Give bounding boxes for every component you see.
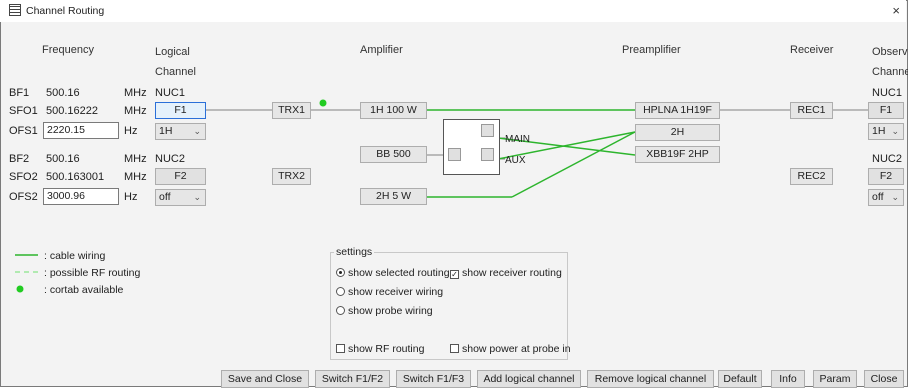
amplifier-2h-5w[interactable]: 2H 5 W: [360, 188, 427, 205]
radio-unselected-icon: [336, 306, 345, 315]
nuc2-select[interactable]: off ⌄: [155, 189, 206, 206]
show-power-at-probe-label: show power at probe in: [462, 343, 571, 355]
bf1-value: 500.16: [46, 87, 80, 99]
checkbox-unchecked-icon: [450, 344, 459, 353]
switch-main-label: MAIN: [505, 134, 530, 145]
switch-aux-label: AUX: [505, 155, 526, 166]
ofs1-label: OFS1: [9, 125, 38, 137]
sfo1-unit: MHz: [124, 105, 147, 117]
nuc2-select-value: off: [159, 191, 171, 203]
chevron-down-icon: ⌄: [891, 192, 899, 202]
switch-main-port: [481, 124, 494, 137]
chevron-down-icon: ⌄: [193, 192, 201, 202]
observe-f1-button[interactable]: F1: [868, 102, 904, 119]
sfo2-label: SFO2: [9, 171, 38, 183]
radio-unselected-icon: [336, 287, 345, 296]
header-observe-channel: Channel: [872, 66, 908, 78]
header-receiver: Receiver: [790, 44, 834, 56]
trx2-box[interactable]: TRX2: [272, 168, 311, 185]
show-power-at-probe-checkbox[interactable]: show power at probe in: [450, 343, 571, 355]
bf1-label: BF1: [9, 87, 30, 99]
chevron-down-icon: ⌄: [891, 126, 899, 136]
bf2-value: 500.16: [46, 153, 80, 165]
observe-nuc1-select[interactable]: 1H ⌄: [868, 123, 904, 140]
preamp-xbb19f-2hp[interactable]: XBB19F 2HP: [635, 146, 720, 163]
nuc1-label: NUC1: [155, 87, 185, 99]
bf1-unit: MHz: [124, 87, 147, 99]
default-button[interactable]: Default: [718, 370, 762, 388]
show-receiver-routing-checkbox[interactable]: ✓ show receiver routing: [450, 267, 562, 279]
param-button[interactable]: Param: [813, 370, 857, 388]
switch-f1-f2-button[interactable]: Switch F1/F2: [315, 370, 390, 388]
show-rf-routing-checkbox[interactable]: show RF routing: [336, 343, 424, 355]
checkbox-checked-icon: ✓: [450, 270, 459, 279]
nuc2-label: NUC2: [155, 153, 185, 165]
settings-title: settings: [334, 246, 375, 258]
observe-nuc1-label: NUC1: [872, 87, 902, 99]
legend-possible-label: : possible RF routing: [44, 267, 141, 279]
ofs2-label: OFS2: [9, 191, 38, 203]
sfo1-value: 500.16222: [46, 105, 98, 117]
show-receiver-wiring-label: show receiver wiring: [348, 286, 444, 298]
f1-channel-button[interactable]: F1: [155, 102, 206, 119]
legend-cortab-label: : cortab available: [44, 284, 124, 296]
nuc1-select-value: 1H: [159, 125, 173, 137]
header-preamplifier: Preamplifier: [622, 44, 681, 56]
show-receiver-wiring-radio[interactable]: show receiver wiring: [336, 286, 443, 298]
observe-nuc2-label: NUC2: [872, 153, 902, 165]
receiver-rec2[interactable]: REC2: [790, 168, 833, 185]
remove-logical-channel-button[interactable]: Remove logical channel: [587, 370, 714, 388]
show-probe-wiring-radio[interactable]: show probe wiring: [336, 305, 433, 317]
f2-channel-button[interactable]: F2: [155, 168, 206, 185]
ofs2-input[interactable]: 3000.96: [43, 188, 119, 205]
ofs2-unit: Hz: [124, 191, 138, 203]
header-logical-channel: Channel: [155, 66, 196, 78]
observe-nuc1-select-value: 1H: [872, 125, 886, 137]
trx1-box[interactable]: TRX1: [272, 102, 311, 119]
observe-nuc2-select[interactable]: off ⌄: [868, 189, 904, 206]
header-frequency: Frequency: [42, 44, 94, 56]
save-and-close-button[interactable]: Save and Close: [221, 370, 309, 388]
sfo2-unit: MHz: [124, 171, 147, 183]
ofs1-unit: Hz: [124, 125, 138, 137]
preamp-2h[interactable]: 2H: [635, 124, 720, 141]
switch-aux-port: [481, 148, 494, 161]
header-observe: Observe: [872, 46, 908, 58]
cortab-available-icon: [319, 99, 327, 107]
show-receiver-routing-label: show receiver routing: [462, 267, 562, 279]
sfo2-value: 500.163001: [46, 171, 105, 183]
observe-f2-button[interactable]: F2: [868, 168, 904, 185]
checkbox-unchecked-icon: [336, 344, 345, 353]
switch-f1-f3-button[interactable]: Switch F1/F3: [396, 370, 471, 388]
header-amplifier: Amplifier: [360, 44, 403, 56]
show-probe-wiring-label: show probe wiring: [348, 305, 433, 317]
legend-cable-label: : cable wiring: [44, 250, 106, 262]
nuc1-select[interactable]: 1H ⌄: [155, 123, 206, 140]
sfo1-label: SFO1: [9, 105, 38, 117]
legend-cortab-dot: [16, 285, 24, 293]
amplifier-bb-500[interactable]: BB 500: [360, 146, 427, 163]
bf2-label: BF2: [9, 153, 30, 165]
observe-nuc2-select-value: off: [872, 191, 884, 203]
preamp-hplna-1h19f[interactable]: HPLNA 1H19F: [635, 102, 720, 119]
close-button[interactable]: Close: [864, 370, 904, 388]
radio-selected-icon: [336, 268, 345, 277]
chevron-down-icon: ⌄: [193, 126, 201, 136]
switch-input-port: [448, 148, 461, 161]
info-button[interactable]: Info: [771, 370, 805, 388]
header-logical: Logical: [155, 46, 190, 58]
show-selected-routing-radio[interactable]: show selected routing: [336, 267, 450, 279]
receiver-rec1[interactable]: REC1: [790, 102, 833, 119]
add-logical-channel-button[interactable]: Add logical channel: [477, 370, 581, 388]
bf2-unit: MHz: [124, 153, 147, 165]
show-selected-routing-label: show selected routing: [348, 267, 450, 279]
show-rf-routing-label: show RF routing: [348, 343, 425, 355]
ofs1-input[interactable]: 2220.15: [43, 122, 119, 139]
amplifier-1h-100w[interactable]: 1H 100 W: [360, 102, 427, 119]
